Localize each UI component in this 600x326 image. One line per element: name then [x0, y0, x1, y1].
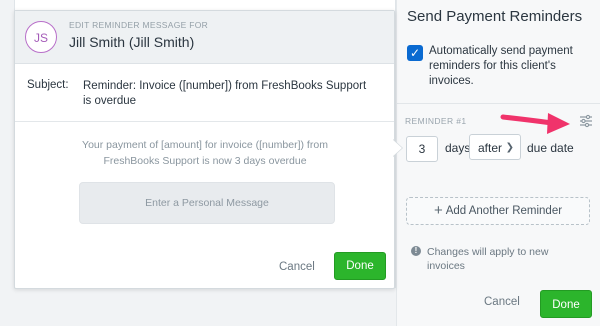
panel-done-button[interactable]: Done [540, 290, 592, 318]
days-label: days [445, 141, 471, 155]
reminder-label: REMINDER #1 [405, 116, 467, 126]
modal-pointer [392, 139, 402, 157]
personal-message-input[interactable]: Enter a Personal Message [79, 182, 335, 224]
edit-for-label: EDIT REMINDER MESSAGE FOR [69, 20, 209, 30]
info-icon: ! [411, 246, 421, 256]
when-select[interactable]: after ❯ [469, 134, 521, 160]
check-icon: ✓ [409, 46, 421, 60]
days-input[interactable]: 3 [406, 136, 438, 162]
info-text: Changes will apply to new invoices [427, 246, 549, 272]
add-reminder-label: Add Another Reminder [445, 205, 563, 217]
client-name: Jill Smith (Jill Smith) [69, 34, 195, 50]
chevron-down-icon: ❯ [505, 142, 514, 153]
auto-send-label: Automatically send payment reminders for… [429, 45, 573, 87]
subject-label: Subject: [27, 79, 69, 91]
modal-header: JS EDIT REMINDER MESSAGE FOR Jill Smith … [15, 11, 394, 64]
edit-reminder-modal: JS EDIT REMINDER MESSAGE FOR Jill Smith … [14, 10, 395, 289]
add-reminder-button[interactable]: + Add Another Reminder [406, 197, 590, 225]
auto-send-checkbox[interactable]: ✓ [407, 45, 423, 61]
subject-value: Reminder: Invoice ([number]) from FreshB… [83, 80, 367, 107]
due-date-label: due date [527, 141, 574, 155]
when-select-value: after [478, 141, 503, 155]
avatar: JS [25, 21, 57, 53]
payment-reminders-panel: Send Payment Reminders ✓ Automatically s… [396, 0, 600, 326]
panel-title: Send Payment Reminders [407, 8, 583, 25]
divider [397, 103, 600, 104]
sliders-icon[interactable] [579, 114, 593, 128]
modal-done-button[interactable]: Done [334, 252, 386, 280]
modal-cancel-button[interactable]: Cancel [279, 261, 315, 273]
message-body-text: Your payment of [amount] for invoice ([n… [82, 139, 328, 167]
plus-icon: + [433, 202, 443, 219]
panel-cancel-button[interactable]: Cancel [484, 296, 520, 308]
divider [15, 121, 394, 122]
